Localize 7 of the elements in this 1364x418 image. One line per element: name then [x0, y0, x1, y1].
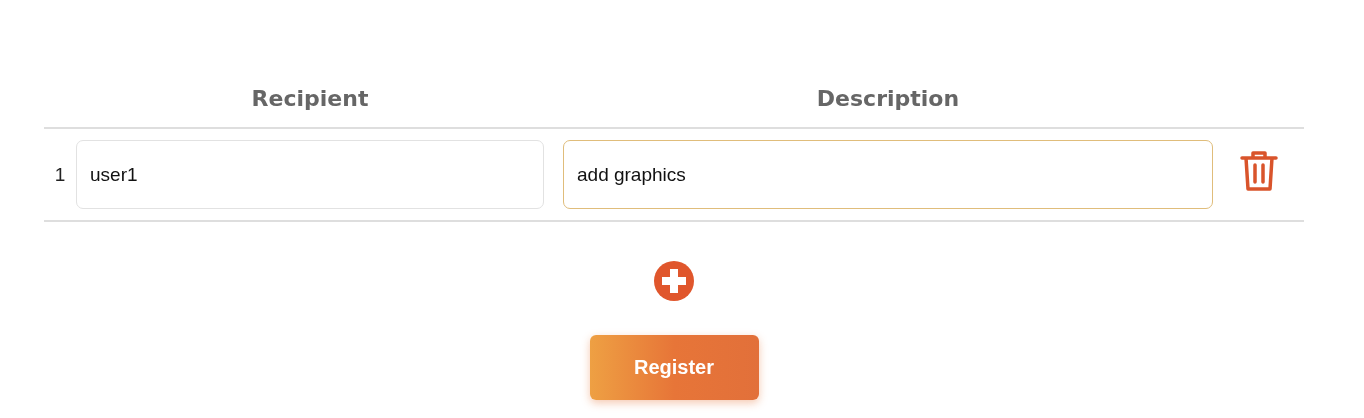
recipient-field[interactable]: user1 — [76, 140, 544, 209]
add-icon[interactable] — [653, 260, 695, 302]
trash-icon[interactable] — [1239, 149, 1278, 192]
row-number: 1 — [54, 163, 66, 186]
column-header: Recipient — [251, 86, 369, 111]
column-header: Description — [816, 86, 960, 111]
description-field[interactable]: add graphics — [563, 140, 1213, 209]
